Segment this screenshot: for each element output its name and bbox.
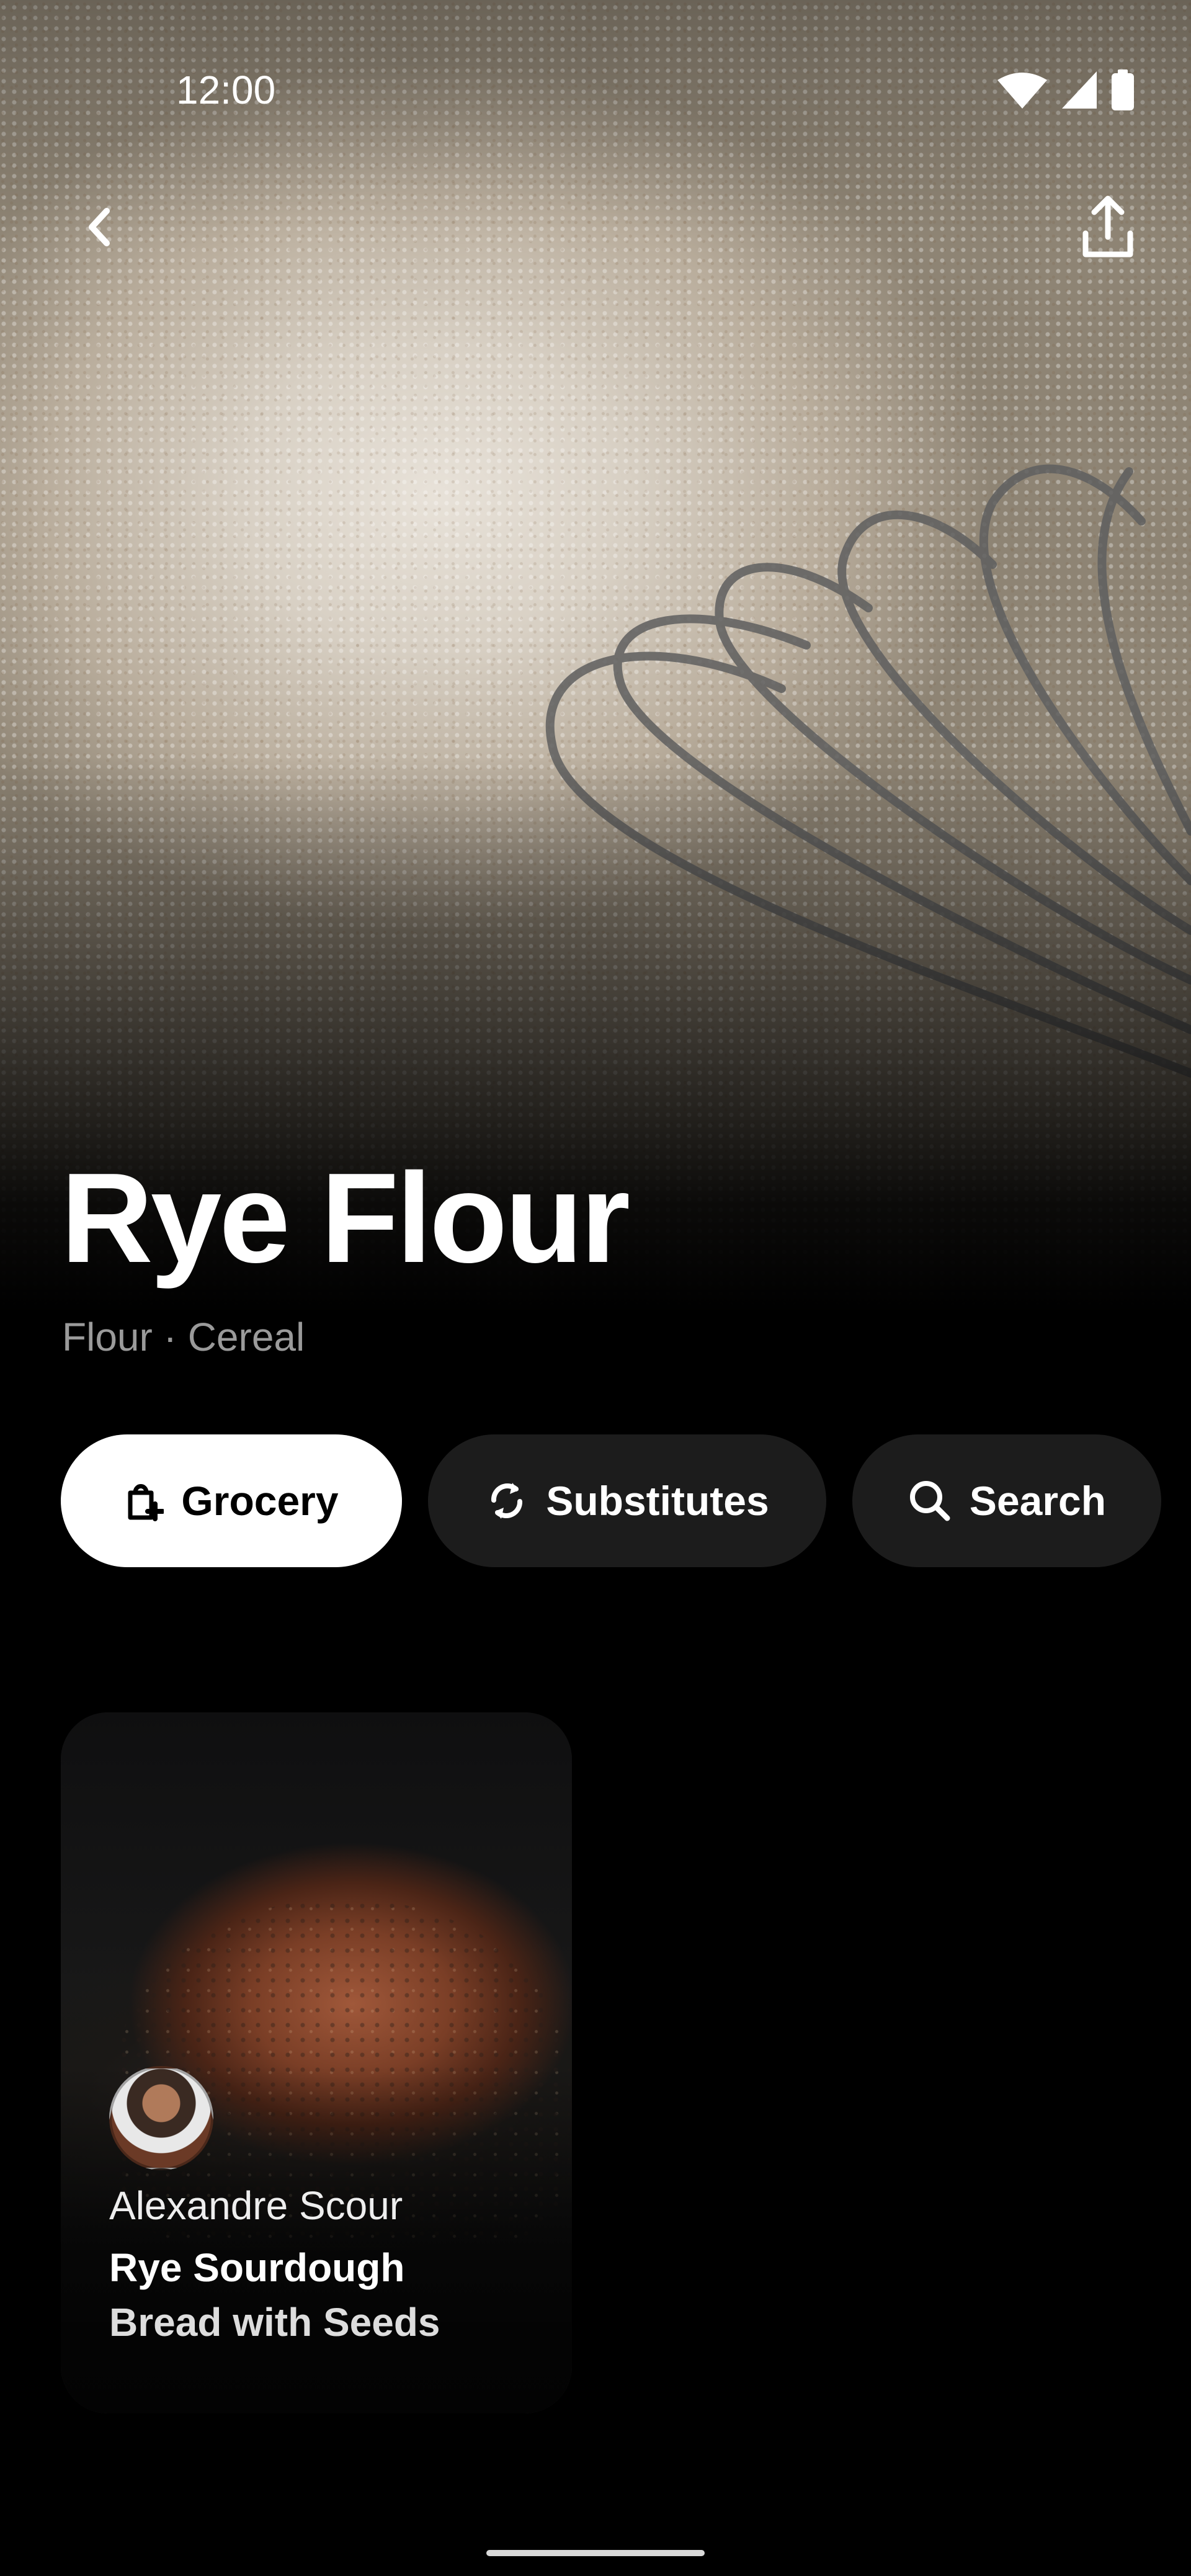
- recipe-title-line-2: Bread with Seeds: [109, 2300, 440, 2345]
- chevron-left-icon: [89, 208, 110, 246]
- search-button[interactable]: Search: [852, 1434, 1161, 1567]
- cellular-signal-icon: [1062, 71, 1097, 112]
- grocery-button[interactable]: Grocery: [61, 1434, 402, 1567]
- substitutes-button[interactable]: Substitutes: [428, 1434, 826, 1567]
- status-bar: 12:00: [0, 0, 1191, 186]
- recipe-author: Alexandre Scour: [109, 2183, 403, 2228]
- grocery-label: Grocery: [181, 1478, 339, 1524]
- ingredient-category: Flour · Cereal: [62, 1315, 305, 1359]
- battery-icon: [1112, 69, 1134, 114]
- share-button[interactable]: [1079, 192, 1136, 261]
- author-avatar: [109, 2066, 213, 2170]
- search-icon: [909, 1481, 950, 1521]
- back-button[interactable]: [74, 192, 124, 261]
- home-indicator[interactable]: [486, 2550, 705, 2556]
- recipe-title-line-1: Rye Sourdough: [109, 2245, 405, 2290]
- grocery-bag-add-icon: [128, 1484, 164, 1521]
- swap-refresh-icon: [491, 1483, 523, 1519]
- wifi-icon: [997, 71, 1047, 112]
- action-chips: Grocery Substitutes Search: [61, 1434, 1161, 1567]
- share-upload-icon: [1082, 195, 1133, 257]
- page-title: Rye Flour: [61, 1147, 630, 1289]
- hero-image: [0, 0, 1191, 1315]
- substitutes-label: Substitutes: [546, 1478, 769, 1524]
- search-label: Search: [969, 1478, 1107, 1524]
- status-time: 12:00: [176, 68, 276, 112]
- recipe-card[interactable]: Alexandre Scour Rye Sourdough Bread with…: [61, 1712, 572, 2413]
